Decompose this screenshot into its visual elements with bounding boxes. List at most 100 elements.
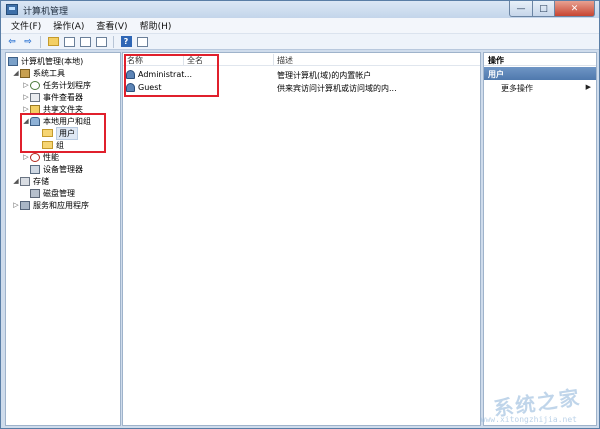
computer-management-icon bbox=[6, 4, 18, 15]
clock-icon bbox=[30, 80, 40, 90]
user-name-cell: Administrat... bbox=[126, 70, 192, 79]
action-pane-icon bbox=[136, 36, 148, 47]
tree-item-groups[interactable]: 组 bbox=[42, 139, 64, 151]
tree-label-disk-management: 磁盘管理 bbox=[43, 188, 75, 198]
maximize-button[interactable]: □ bbox=[533, 1, 555, 17]
list-header: 名称 全名 描述 bbox=[123, 53, 480, 66]
user-icon bbox=[126, 70, 135, 79]
expand-arrow-icon[interactable]: ▷ bbox=[12, 201, 20, 209]
forward-arrow-icon[interactable]: ⇨ bbox=[21, 35, 35, 48]
expand-arrow-icon[interactable]: ▷ bbox=[22, 81, 30, 89]
export-icon bbox=[95, 36, 107, 47]
expand-arrow-icon[interactable]: ▷ bbox=[22, 93, 30, 101]
disk-icon bbox=[30, 188, 40, 198]
services-icon bbox=[20, 200, 30, 210]
collapse-arrow-icon[interactable]: ◢ bbox=[12, 69, 20, 77]
title-bar[interactable]: 计算机管理 — □ ✕ bbox=[1, 1, 599, 18]
tree-item-system-tools[interactable]: ◢ 系统工具 bbox=[12, 67, 65, 79]
toolbar: ⇦ ⇨ ? bbox=[1, 34, 599, 50]
folder-icon bbox=[42, 141, 53, 149]
tree-label-storage: 存储 bbox=[33, 176, 49, 186]
user-description: 供来宾访问计算机或访问域的内... bbox=[277, 84, 397, 93]
shared-folder-icon bbox=[30, 104, 40, 114]
actions-pane: 操作 用户 更多操作 ▶ bbox=[483, 52, 597, 426]
storage-icon bbox=[20, 176, 30, 186]
tree-label-users: 用户 bbox=[56, 126, 78, 140]
column-divider[interactable] bbox=[183, 54, 184, 65]
properties-button[interactable] bbox=[78, 35, 92, 48]
expand-arrow-icon[interactable]: ▷ bbox=[22, 105, 30, 113]
folder-icon bbox=[42, 129, 53, 137]
minimize-button[interactable]: — bbox=[509, 1, 533, 17]
tree-label-performance: 性能 bbox=[43, 152, 59, 162]
menu-help[interactable]: 帮助(H) bbox=[134, 19, 178, 32]
show-hide-tree-button[interactable] bbox=[62, 35, 76, 48]
menu-view[interactable]: 查看(V) bbox=[90, 19, 133, 32]
column-divider[interactable] bbox=[273, 54, 274, 65]
properties-icon bbox=[79, 36, 91, 47]
export-list-button[interactable] bbox=[94, 35, 108, 48]
user-description: 管理计算机(域)的内置帐户 bbox=[277, 71, 372, 80]
tree-item-shared-folders[interactable]: ▷ 共享文件夹 bbox=[22, 103, 83, 115]
tools-icon bbox=[20, 68, 30, 78]
computer-management-window: 计算机管理 — □ ✕ 文件(F) 操作(A) 查看(V) 帮助(H) ⇦ ⇨ … bbox=[0, 0, 600, 429]
column-header-full-name[interactable]: 全名 bbox=[187, 55, 203, 66]
help-icon: ? bbox=[120, 36, 132, 47]
console-tree-icon bbox=[63, 36, 75, 47]
tree-label-services-apps: 服务和应用程序 bbox=[33, 200, 89, 210]
column-header-description[interactable]: 描述 bbox=[277, 55, 293, 66]
tree-item-services-apps[interactable]: ▷ 服务和应用程序 bbox=[12, 199, 89, 211]
tree-label-local-users-groups: 本地用户和组 bbox=[43, 116, 91, 126]
up-folder-button[interactable] bbox=[46, 35, 60, 48]
menu-bar: 文件(F) 操作(A) 查看(V) 帮助(H) bbox=[1, 18, 599, 34]
event-viewer-icon bbox=[30, 92, 40, 102]
tree-item-storage[interactable]: ◢ 存储 bbox=[12, 175, 49, 187]
user-list-view: 名称 全名 描述 Administrat... 管理计算机(域)的内置帐户 Gu… bbox=[122, 52, 481, 426]
user-name: Administrat... bbox=[138, 70, 192, 79]
more-actions-item[interactable]: 更多操作 bbox=[501, 83, 533, 94]
users-group-icon bbox=[30, 116, 40, 126]
toolbar-separator bbox=[40, 35, 41, 48]
tree-item-performance[interactable]: ▷ 性能 bbox=[22, 151, 59, 163]
tree-label-root: 计算机管理(本地) bbox=[21, 56, 84, 66]
back-arrow-icon[interactable]: ⇦ bbox=[5, 35, 19, 48]
list-item[interactable]: Guest 供来宾访问计算机或访问域的内... bbox=[123, 82, 480, 94]
menu-file[interactable]: 文件(F) bbox=[5, 19, 47, 32]
watermark-url: www.xitongzhijia.net bbox=[480, 415, 577, 424]
tree-item-root[interactable]: 计算机管理(本地) bbox=[8, 55, 83, 67]
list-item[interactable]: Administrat... 管理计算机(域)的内置帐户 bbox=[123, 69, 480, 81]
folder-up-icon bbox=[47, 37, 59, 46]
tree-item-device-manager[interactable]: 设备管理器 bbox=[30, 163, 83, 175]
caption-buttons: — □ ✕ bbox=[509, 1, 595, 17]
expand-arrow-icon[interactable]: ▷ bbox=[22, 153, 30, 161]
collapse-arrow-icon[interactable]: ◢ bbox=[12, 177, 20, 185]
actions-header: 操作 bbox=[484, 53, 596, 66]
performance-icon bbox=[30, 152, 40, 162]
show-action-pane-button[interactable] bbox=[135, 35, 149, 48]
tree-label-shared-folders: 共享文件夹 bbox=[43, 104, 83, 114]
toolbar-separator bbox=[113, 35, 114, 48]
help-button[interactable]: ? bbox=[119, 35, 133, 48]
collapse-arrow-icon[interactable]: ◢ bbox=[22, 117, 30, 125]
tree-label-system-tools: 系统工具 bbox=[33, 68, 65, 78]
actions-section-users[interactable]: 用户 bbox=[484, 67, 596, 80]
tree-label-task-scheduler: 任务计划程序 bbox=[43, 80, 91, 90]
submenu-arrow-icon[interactable]: ▶ bbox=[586, 83, 591, 91]
user-name-cell: Guest bbox=[126, 83, 162, 92]
close-button[interactable]: ✕ bbox=[555, 1, 595, 17]
menu-action[interactable]: 操作(A) bbox=[47, 19, 90, 32]
console-tree: 计算机管理(本地) ◢ 系统工具 ▷ 任务计划程序 ▷ 事件查看器 ▷ 共享文件… bbox=[5, 52, 121, 426]
tree-item-task-scheduler[interactable]: ▷ 任务计划程序 bbox=[22, 79, 91, 91]
column-header-name[interactable]: 名称 bbox=[127, 55, 143, 66]
user-name: Guest bbox=[138, 83, 162, 92]
tree-item-local-users-groups[interactable]: ◢ 本地用户和组 bbox=[22, 115, 91, 127]
device-manager-icon bbox=[30, 164, 40, 174]
tree-item-users[interactable]: 用户 bbox=[42, 126, 78, 140]
tree-item-disk-management[interactable]: 磁盘管理 bbox=[30, 187, 75, 199]
user-icon bbox=[126, 83, 135, 92]
computer-icon bbox=[8, 56, 18, 66]
window-title: 计算机管理 bbox=[23, 7, 69, 17]
tree-item-event-viewer[interactable]: ▷ 事件查看器 bbox=[22, 91, 83, 103]
tree-label-groups: 组 bbox=[56, 140, 64, 150]
tree-label-device-manager: 设备管理器 bbox=[43, 164, 83, 174]
